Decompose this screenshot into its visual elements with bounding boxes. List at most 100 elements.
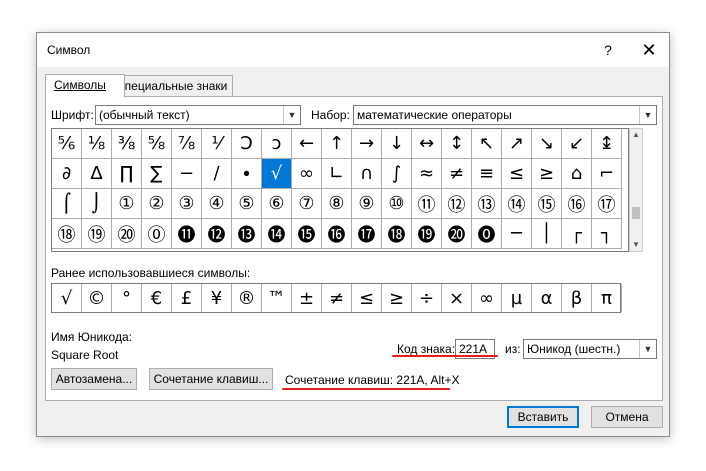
recent-symbol-cell[interactable]: ± <box>292 284 322 312</box>
symbol-cell[interactable]: ⓱ <box>352 219 382 249</box>
symbol-cell[interactable]: ⑧ <box>322 189 352 219</box>
symbol-cell[interactable]: ∆ <box>82 159 112 189</box>
symbol-cell[interactable]: ∙ <box>232 159 262 189</box>
symbol-cell[interactable]: ≤ <box>502 159 532 189</box>
recent-symbol-cell[interactable]: π <box>592 284 622 312</box>
symbol-cell[interactable]: ≈ <box>412 159 442 189</box>
symbol-cell[interactable]: ↕ <box>442 129 472 159</box>
symbol-cell[interactable]: ⓰ <box>322 219 352 249</box>
tab-symbols[interactable]: Символы <box>45 74 125 98</box>
symbol-cell[interactable]: Ↄ <box>232 129 262 159</box>
symbol-cell[interactable]: ⑤ <box>232 189 262 219</box>
symbol-cell[interactable]: ⓬ <box>202 219 232 249</box>
symbol-cell[interactable]: ≡ <box>472 159 502 189</box>
recent-symbol-cell[interactable]: ¥ <box>202 284 232 312</box>
symbol-cell[interactable]: ≠ <box>442 159 472 189</box>
symbol-cell[interactable]: ↄ <box>262 129 292 159</box>
symbol-cell[interactable]: ⅛ <box>82 129 112 159</box>
chevron-down-icon[interactable]: ▼ <box>639 106 656 124</box>
symbol-cell[interactable]: ⓯ <box>292 219 322 249</box>
chevron-down-icon[interactable]: ▼ <box>283 106 300 124</box>
symbol-cell[interactable]: ⅞ <box>172 129 202 159</box>
symbol-cell[interactable]: ⌐ <box>592 159 622 189</box>
recent-symbol-cell[interactable]: ÷ <box>412 284 442 312</box>
symbol-cell[interactable]: ↗ <box>502 129 532 159</box>
symbol-cell[interactable]: ∟ <box>322 159 352 189</box>
recent-symbol-cell[interactable]: © <box>82 284 112 312</box>
symbol-cell[interactable]: ⓳ <box>412 219 442 249</box>
symbol-cell[interactable]: │ <box>532 219 562 249</box>
recent-symbol-cell[interactable]: ® <box>232 284 262 312</box>
symbol-cell[interactable]: ∩ <box>352 159 382 189</box>
symbol-cell[interactable]: ⑦ <box>292 189 322 219</box>
scroll-down-icon[interactable]: ▼ <box>630 239 642 251</box>
symbol-cell[interactable]: √ <box>262 159 292 189</box>
symbol-cell[interactable]: ⑨ <box>352 189 382 219</box>
symbol-grid[interactable]: ⅚ ⅛ ⅜ ⅝ ⅞ ⅟ Ↄↄ ← ↑ → ↓ ↔ ↕ ↖ ↗ ↘ ↙ ↨ ∂ ∆ ∏ ∑ − ∕ ∙ √ ∞ ∟ ∩ ∫ ≈ ≠ ≡ ≤ ≥ ⌂ ⌐ ⌠ ⌡… <box>51 128 629 252</box>
symbol-grid-scrollbar[interactable]: ▲ ▼ <box>629 128 643 252</box>
symbol-cell[interactable]: ⑫ <box>442 189 472 219</box>
symbol-cell[interactable]: ↨ <box>592 129 622 159</box>
recent-symbol-cell[interactable]: ∞ <box>472 284 502 312</box>
symbol-cell[interactable]: ↔ <box>412 129 442 159</box>
symbol-cell[interactable]: ⑬ <box>472 189 502 219</box>
symbol-cell[interactable]: ⓴ <box>442 219 472 249</box>
symbol-cell[interactable]: ∫ <box>382 159 412 189</box>
insert-button[interactable]: Вставить <box>507 406 579 428</box>
symbol-cell[interactable]: ⑰ <box>592 189 622 219</box>
symbol-cell[interactable]: ⑥ <box>262 189 292 219</box>
symbol-cell[interactable]: ⑱ <box>52 219 82 249</box>
symbol-cell[interactable]: ④ <box>202 189 232 219</box>
symbol-cell[interactable]: ⑮ <box>532 189 562 219</box>
symbol-cell[interactable]: ┌ <box>562 219 592 249</box>
symbol-cell[interactable]: ⓮ <box>262 219 292 249</box>
symbol-cell[interactable]: ∕ <box>202 159 232 189</box>
recent-symbol-cell[interactable]: £ <box>172 284 202 312</box>
shortcut-key-button[interactable]: Сочетание клавиш... <box>149 368 273 390</box>
symbol-cell[interactable]: ⑭ <box>502 189 532 219</box>
symbol-cell[interactable]: ↓ <box>382 129 412 159</box>
symbol-cell[interactable]: ↖ <box>472 129 502 159</box>
font-select[interactable]: (обычный текст) ▼ <box>95 105 301 125</box>
symbol-cell[interactable]: ⅜ <box>112 129 142 159</box>
recent-symbol-cell[interactable]: µ <box>502 284 532 312</box>
symbol-cell[interactable]: ∏ <box>112 159 142 189</box>
symbol-cell[interactable]: ─ <box>502 219 532 249</box>
symbol-cell[interactable]: ⓭ <box>232 219 262 249</box>
recent-symbol-cell[interactable]: × <box>442 284 472 312</box>
tab-special-characters[interactable]: Специальные знаки <box>107 75 233 97</box>
symbol-cell[interactable]: ↘ <box>532 129 562 159</box>
symbol-cell[interactable]: ≥ <box>532 159 562 189</box>
from-select[interactable]: Юникод (шестн.) ▼ <box>523 339 657 359</box>
help-button[interactable]: ? <box>597 39 619 61</box>
recent-symbol-cell[interactable]: β <box>562 284 592 312</box>
symbol-cell[interactable]: ∂ <box>52 159 82 189</box>
symbol-cell[interactable]: ⑲ <box>82 219 112 249</box>
recent-symbol-cell[interactable]: ≤ <box>352 284 382 312</box>
symbol-cell[interactable]: ⑪ <box>412 189 442 219</box>
recent-symbol-cell[interactable]: ™ <box>262 284 292 312</box>
chevron-down-icon[interactable]: ▼ <box>639 340 656 358</box>
autocorrect-button[interactable]: Автозамена... <box>51 368 137 390</box>
symbol-cell[interactable]: ② <box>142 189 172 219</box>
symbol-cell[interactable]: ⑳ <box>112 219 142 249</box>
recent-symbol-cell[interactable]: ≠ <box>322 284 352 312</box>
symbol-cell[interactable]: ∑ <box>142 159 172 189</box>
symbol-cell[interactable]: ⌂ <box>562 159 592 189</box>
recent-symbol-cell[interactable]: € <box>142 284 172 312</box>
symbol-cell[interactable]: ⌡ <box>82 189 112 219</box>
symbol-cell[interactable]: ⓫ <box>172 219 202 249</box>
recent-symbol-cell[interactable]: ≥ <box>382 284 412 312</box>
recent-symbol-cell[interactable]: ° <box>112 284 142 312</box>
symbol-cell[interactable]: ↙ <box>562 129 592 159</box>
symbol-cell[interactable]: ③ <box>172 189 202 219</box>
recent-symbol-cell[interactable]: α <box>532 284 562 312</box>
symbol-cell[interactable]: ⑯ <box>562 189 592 219</box>
symbol-cell[interactable]: ⓿ <box>472 219 502 249</box>
symbol-cell[interactable]: ∞ <box>292 159 322 189</box>
symbol-cell[interactable]: ⅟ <box>202 129 232 159</box>
close-button[interactable]: ✕ <box>637 39 661 61</box>
symbol-cell[interactable]: ⅝ <box>142 129 172 159</box>
scroll-up-icon[interactable]: ▲ <box>630 129 642 141</box>
symbol-cell[interactable]: ┐ <box>592 219 622 249</box>
